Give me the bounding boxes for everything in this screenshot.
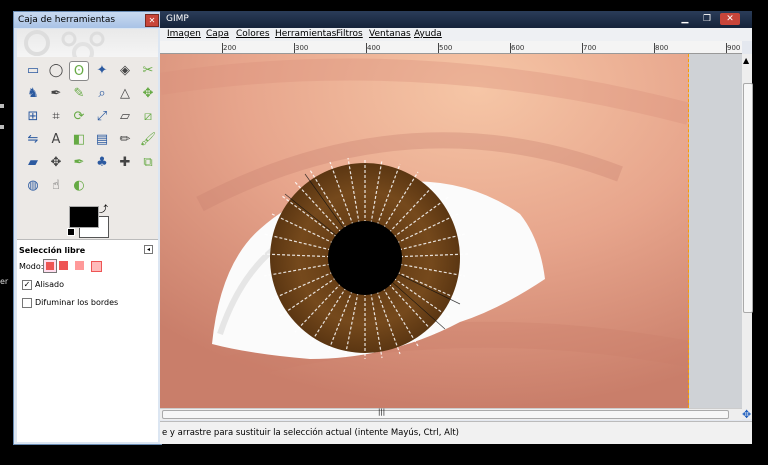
tool-options-title: Selección libre	[19, 246, 86, 255]
text-tool-icon[interactable]: A	[46, 130, 66, 150]
toolbox-close-button[interactable]: ✕	[145, 14, 159, 27]
fuzzy-select-tool-icon[interactable]: ✦	[92, 61, 112, 81]
status-bar: e y arrastre para sustituir la selección…	[160, 421, 752, 444]
toolbox-titlebar[interactable]: Caja de herramientas ✕	[14, 12, 161, 28]
minimize-button[interactable]: ▁	[675, 13, 695, 25]
status-text: e y arrastre para sustituir la selección…	[162, 428, 459, 438]
move-tool-icon[interactable]: ✥	[138, 84, 158, 104]
maximize-button[interactable]: ❐	[697, 13, 717, 25]
horizontal-scroll-thumb[interactable]: |||	[162, 408, 729, 419]
panel-menu-icon[interactable]: ◂	[144, 245, 153, 254]
zoom-tool-icon[interactable]: ⌕	[92, 84, 112, 104]
mode-subtract-icon[interactable]	[75, 261, 84, 270]
rotate-tool-icon[interactable]: ⟳	[69, 107, 89, 127]
scroll-up-icon[interactable]: ▲	[743, 56, 749, 65]
default-colors-icon[interactable]	[67, 228, 75, 236]
gimp-title: GIMP	[166, 14, 189, 24]
clone-tool-icon[interactable]: ♣	[92, 153, 112, 173]
flip-tool-icon[interactable]: ⇋	[23, 130, 43, 150]
measure-tool-icon[interactable]: △	[115, 84, 135, 104]
menu-filtros[interactable]: Filtros	[336, 29, 363, 39]
gimp-image-window: GIMP ▁ ❐ ✕ Imagen Capa Colores Herramien…	[160, 11, 753, 444]
menubar: Imagen Capa Colores Herramientas Filtros…	[160, 28, 752, 41]
perspective-clone-tool-icon[interactable]: ⧉	[138, 153, 158, 173]
feather-checkbox[interactable]	[22, 298, 32, 308]
eraser-tool-icon[interactable]: ▰	[23, 153, 43, 173]
ink-tool-icon[interactable]: ✒	[69, 153, 89, 173]
ruler-label: 300	[295, 44, 309, 52]
image-canvas[interactable]	[160, 54, 689, 408]
menu-imagen[interactable]: Imagen	[167, 29, 201, 39]
mode-label: Modo:	[19, 262, 44, 271]
ruler-label: 800	[655, 44, 669, 52]
shear-tool-icon[interactable]: ▱	[115, 107, 135, 127]
blend-tool-icon[interactable]: ▤	[92, 130, 112, 150]
paintbrush-tool-icon[interactable]: 🖌	[138, 130, 158, 150]
dodge-burn-tool-icon[interactable]: ◐	[69, 176, 89, 196]
navigate-icon[interactable]: ✥	[742, 408, 751, 421]
blur-sharpen-tool-icon[interactable]: ◍	[23, 176, 43, 196]
feather-label: Difuminar los bordes	[35, 298, 119, 307]
ruler-label: 900	[727, 44, 741, 52]
tool-options-panel: Selección libre ◂ Modo: ✓ Alisado Difumi…	[17, 239, 158, 442]
scale-tool-icon[interactable]: ⤢	[92, 107, 112, 127]
ruler-label: 200	[223, 44, 237, 52]
pencil-tool-icon[interactable]: ✏	[115, 130, 135, 150]
crop-tool-icon[interactable]: ⌗	[46, 107, 66, 127]
close-button[interactable]: ✕	[720, 13, 740, 25]
desktop-edge-icon	[0, 125, 4, 129]
antialias-checkbox[interactable]: ✓	[22, 280, 32, 290]
menu-ayuda[interactable]: Ayuda	[414, 29, 442, 39]
rect-select-tool-icon[interactable]: ▭	[23, 61, 43, 81]
scissors-select-tool-icon[interactable]: ✂	[138, 61, 158, 81]
toolbox-window: Caja de herramientas ✕ ▭ ◯ ʘ ✦ ◈ ✂ ♞ ✒ ✎ ⌕ △ ✥ ⊞ ⌗ ⟳ ⤢ ▱…	[13, 11, 162, 445]
menu-capa[interactable]: Capa	[206, 29, 229, 39]
horizontal-ruler[interactable]: 200 300 400 500 600 700 800 900	[160, 41, 742, 54]
antialias-label: Alisado	[35, 280, 64, 289]
fg-bg-colors: ⤴	[65, 204, 109, 238]
desktop-edge-icon	[0, 104, 4, 108]
foreground-color-swatch[interactable]	[69, 206, 99, 228]
canvas-outside-area	[689, 54, 742, 408]
ellipse-select-tool-icon[interactable]: ◯	[46, 61, 66, 81]
ruler-label: 600	[511, 44, 525, 52]
free-select-tool-icon[interactable]: ʘ	[69, 61, 89, 81]
toolbox-title: Caja de herramientas	[18, 15, 116, 25]
menu-herramientas[interactable]: Herramientas	[275, 29, 336, 39]
paths-tool-icon[interactable]: ✒	[46, 84, 66, 104]
mode-intersect-icon[interactable]	[91, 261, 102, 272]
perspective-tool-icon[interactable]: ⧄	[138, 107, 158, 127]
tool-grid: ▭ ◯ ʘ ✦ ◈ ✂ ♞ ✒ ✎ ⌕ △ ✥ ⊞ ⌗ ⟳ ⤢ ▱ ⧄ ⇋ A ◧ ▤ ✏ 🖌 ▰ ✥ ✒ ♣ ✚ ⧉ ◍ ☝ ◐	[17, 29, 158, 199]
ruler-label: 400	[367, 44, 381, 52]
bucket-fill-tool-icon[interactable]: ◧	[69, 130, 89, 150]
vertical-scroll-thumb[interactable]	[743, 83, 753, 313]
scroll-grip-icon: |||	[378, 408, 386, 416]
align-tool-icon[interactable]: ⊞	[23, 107, 43, 127]
eye-image	[160, 54, 689, 408]
smudge-tool-icon[interactable]: ☝	[46, 176, 66, 196]
swap-colors-icon[interactable]: ⤴	[99, 202, 108, 215]
menu-colores[interactable]: Colores	[236, 29, 270, 39]
mode-replace-button[interactable]	[43, 259, 57, 273]
select-by-color-tool-icon[interactable]: ◈	[115, 61, 135, 81]
ruler-label: 700	[583, 44, 597, 52]
menu-ventanas[interactable]: Ventanas	[369, 29, 411, 39]
ruler-label: 500	[439, 44, 453, 52]
image-boundary	[688, 54, 689, 408]
desktop-edge-text: er	[0, 277, 9, 286]
mode-add-icon[interactable]	[59, 261, 68, 270]
foreground-select-tool-icon[interactable]: ♞	[23, 84, 43, 104]
airbrush-tool-icon[interactable]: ✥	[46, 153, 66, 173]
heal-tool-icon[interactable]: ✚	[115, 153, 135, 173]
toolbox-body: ▭ ◯ ʘ ✦ ◈ ✂ ♞ ✒ ✎ ⌕ △ ✥ ⊞ ⌗ ⟳ ⤢ ▱ ⧄ ⇋ A ◧ ▤ ✏ 🖌 ▰ ✥ ✒ ♣ ✚ ⧉ ◍ ☝ ◐ ⤴ Sele…	[17, 29, 158, 442]
color-picker-tool-icon[interactable]: ✎	[69, 84, 89, 104]
gimp-titlebar[interactable]: GIMP ▁ ❐ ✕	[160, 11, 752, 28]
